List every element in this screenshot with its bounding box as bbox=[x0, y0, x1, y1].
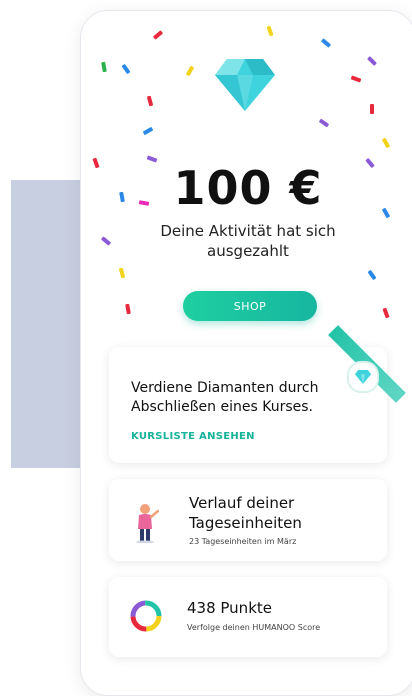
score-subtitle: Verfolge deinen HUMANOO Score bbox=[187, 623, 321, 632]
score-card[interactable]: 438 Punkte Verfolge deinen HUMANOO Score bbox=[109, 577, 387, 657]
courses-card[interactable]: Verdiene Diamanten durch Abschließen ein… bbox=[109, 325, 406, 463]
progress-card[interactable]: Verlauf deiner Tageseinheiten 23 Tagesei… bbox=[109, 479, 387, 561]
person-icon bbox=[136, 504, 159, 543]
phone-screen: 100 € Deine Aktivität hat sich ausgezahl… bbox=[80, 10, 412, 696]
shop-button[interactable]: SHOP bbox=[183, 291, 317, 321]
score-ring-icon bbox=[130, 600, 162, 632]
courses-card-text: Verdiene Diamanten durch Abschließen ein… bbox=[131, 380, 319, 415]
score-title: 438 Punkte bbox=[187, 599, 272, 617]
progress-title: Verlauf deiner Tageseinheiten bbox=[189, 494, 302, 532]
reward-subtitle: Deine Aktivität hat sich ausgezahlt bbox=[160, 222, 336, 260]
progress-subtitle: 23 Tageseinheiten im März bbox=[189, 537, 297, 546]
reward-amount: 100 € bbox=[173, 161, 323, 215]
diamond-icon bbox=[215, 59, 275, 111]
course-list-link[interactable]: KURSLISTE ANSEHEN bbox=[131, 431, 255, 442]
